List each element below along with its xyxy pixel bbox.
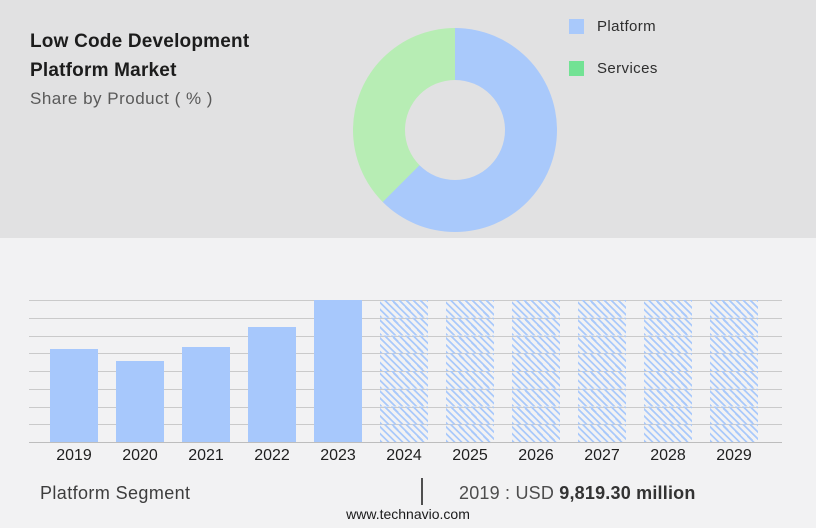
legend-swatch-platform [569,18,584,34]
x-tick-label-2024: 2024 [386,447,422,464]
x-tick-label-2019: 2019 [56,447,92,464]
bar-forecast-2029 [710,300,758,442]
value-annotation-amount: 9,819.30 million [559,483,696,503]
header-section: Low Code Development Platform Market Sha… [0,0,816,238]
bar-2023 [314,300,362,442]
page-subtitle: Share by Product ( % ) [30,89,213,108]
x-axis-line [29,442,782,443]
value-annotation: 2019 : USD 9,819.30 million [459,483,696,504]
footer-divider [421,478,423,505]
bar-forecast-2028 [644,300,692,442]
bar-forecast-2027 [578,300,626,442]
bar-chart-plot: 2019 2020 2021 2022 2023 2024 2025 2026 2027 2028… [29,300,782,464]
x-tick-label-2025: 2025 [452,447,488,464]
x-tick-label-2020: 2020 [122,447,158,464]
x-tick-label-2023: 2023 [320,447,356,464]
bar-2019 [50,349,98,442]
legend-label: Platform [597,17,657,35]
x-tick-label-2021: 2021 [188,447,224,464]
bar-2022 [248,327,296,442]
report-canvas: Low Code Development Platform Market Sha… [0,0,816,528]
value-annotation-prefix: 2019 : USD [459,483,560,503]
legend-item-services: Services [569,59,658,77]
bar-forecast-2024 [380,300,428,442]
website-url: www.technavio.com [346,506,470,522]
x-tick-label-2026: 2026 [518,447,554,464]
donut-chart [353,28,557,232]
title-block: Low Code Development Platform Market Sha… [30,27,302,109]
x-tick-label-2022: 2022 [254,447,290,464]
bar-2021 [182,347,230,442]
bar-chart-section: 2019 2020 2021 2022 2023 2024 2025 2026 2027 2028… [0,238,816,528]
chart-legend: Platform Services [569,18,658,102]
x-tick-label-2027: 2027 [584,447,620,464]
legend-item-platform: Platform [569,17,658,35]
legend-label: Services [597,59,658,77]
bar-forecast-2026 [512,300,560,442]
bar-2020 [116,361,164,442]
donut-hole [405,80,505,180]
x-tick-label-2029: 2029 [716,447,752,464]
bar-forecast-2025 [446,300,494,442]
segment-label: Platform Segment [40,483,191,503]
legend-swatch-services [569,60,584,76]
page-title: Low Code Development Platform Market [30,31,250,81]
x-tick-label-2028: 2028 [650,447,686,464]
